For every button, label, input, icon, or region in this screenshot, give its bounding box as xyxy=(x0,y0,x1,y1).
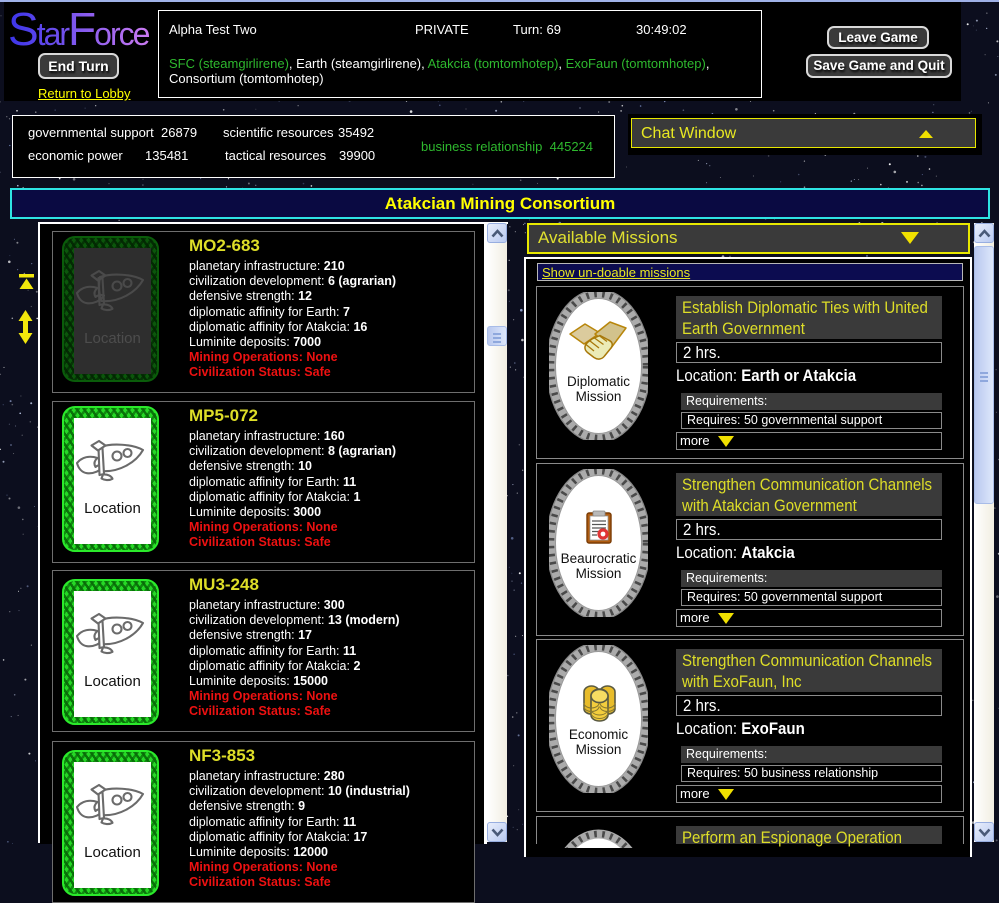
svg-text:StarForce: StarForce xyxy=(8,6,150,54)
